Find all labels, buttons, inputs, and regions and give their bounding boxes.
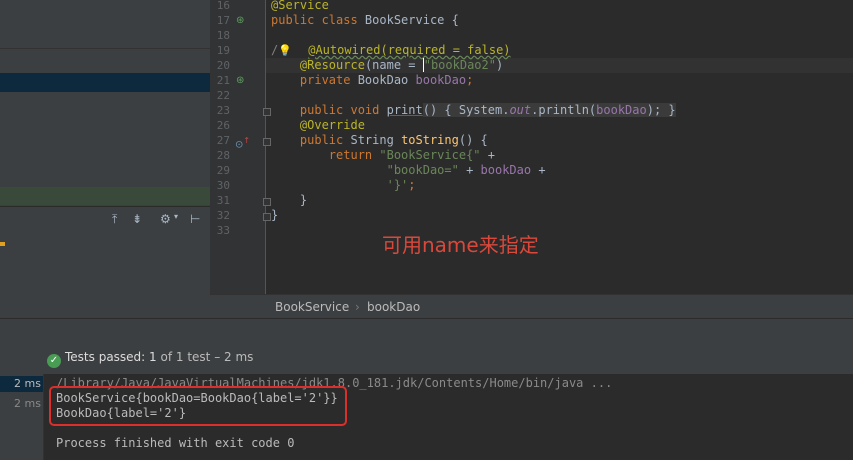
hide-panel-icon[interactable]: ⊢ <box>190 212 200 226</box>
code-line: @Override <box>271 118 365 133</box>
code-token: "BookService{" <box>379 148 481 162</box>
line-number: 19 <box>216 44 230 57</box>
breadcrumb-member[interactable]: bookDao <box>367 295 420 319</box>
line-number: 16 <box>216 0 230 12</box>
code-token: () { <box>458 133 488 147</box>
line-number: 18 <box>216 29 230 42</box>
code-token: @Autowired(required = false) <box>308 43 511 57</box>
spring-bean-icon[interactable]: ⊛ <box>236 73 244 88</box>
project-tree-row[interactable] <box>0 187 210 205</box>
code-token: ; <box>408 178 416 192</box>
code-token: ; <box>466 73 474 87</box>
code-line: public String toString() { <box>271 133 488 148</box>
code-line: /💡 @Autowired(required = false) <box>271 43 511 58</box>
code-token: bookDao <box>415 73 467 87</box>
code-token: toString <box>401 133 459 147</box>
code-token: (name = <box>364 58 423 72</box>
lightbulb-icon[interactable]: 💡 <box>278 43 308 58</box>
line-number: 27 <box>216 134 230 147</box>
code-token: return <box>328 148 380 162</box>
highlight-box <box>49 386 347 426</box>
gear-icon[interactable]: ⚙ <box>160 212 171 226</box>
test-duration: 2 ms <box>14 397 41 410</box>
code-token: public void <box>299 103 387 117</box>
line-number: 23 <box>216 104 230 117</box>
code-token: @Service <box>271 0 329 12</box>
test-duration: 2 ms <box>14 377 41 390</box>
code-line: '}'; <box>271 178 416 193</box>
line-number: 30 <box>216 179 230 192</box>
code-token: print <box>386 103 423 117</box>
code-line: return "BookService{" + <box>271 148 495 163</box>
code-editor[interactable]: @Service public class BookService { /💡 @A… <box>266 0 853 294</box>
run-config-icon <box>0 242 5 246</box>
tests-count: 1 <box>149 350 157 364</box>
code-token: '}' <box>386 178 409 192</box>
code-line: public void print() { System.out.println… <box>271 103 676 118</box>
code-token: private <box>299 73 358 87</box>
code-token: + <box>531 163 546 177</box>
code-line: private BookDao bookDao; <box>271 73 473 88</box>
code-token: out <box>509 103 532 117</box>
panel-divider <box>0 48 210 49</box>
line-number: 32 <box>216 209 230 222</box>
code-line: public class BookService { <box>271 13 459 28</box>
spring-bean-icon[interactable]: ⊛ <box>236 13 244 28</box>
panel-toolbar: ⤒ ⇟ ⚙ ▾ ⊢ <box>0 206 210 233</box>
tests-of: of 1 test <box>160 350 211 364</box>
chevron-down-icon[interactable]: ▾ <box>174 212 178 221</box>
code-token: .println( <box>531 103 597 117</box>
code-line: "bookDao=" + bookDao + <box>271 163 546 178</box>
code-token: BookService { <box>364 13 459 27</box>
expand-all-icon[interactable]: ⤒ <box>112 212 117 227</box>
code-line: @Resource(name = "bookDao2") <box>271 58 503 73</box>
tests-passed-summary: ✓ Tests passed: 1 of 1 test – 2 ms <box>47 348 253 368</box>
line-number: 26 <box>216 119 230 132</box>
code-line: } <box>271 208 278 223</box>
line-number: 28 <box>216 149 230 162</box>
code-token: @Resource <box>299 58 365 72</box>
annotation-note: 可用name来指定 <box>382 233 539 257</box>
code-token: } <box>299 193 308 207</box>
code-token: () { System. <box>422 103 510 117</box>
line-number: 31 <box>216 194 230 207</box>
code-token: + <box>480 148 495 162</box>
code-token: "bookDao2" <box>423 58 496 72</box>
code-line: @Service <box>271 0 329 13</box>
code-token: bookDao <box>480 163 532 177</box>
code-token: } <box>271 208 279 222</box>
breadcrumb: BookService › bookDao <box>210 294 853 319</box>
line-number: 33 <box>216 224 230 237</box>
tests-passed-label: Tests passed: <box>65 350 146 364</box>
code-token: + <box>458 163 481 177</box>
project-tree-selected-row[interactable] <box>0 73 210 92</box>
code-token: public class <box>271 13 365 27</box>
tests-time: – 2 ms <box>214 350 254 364</box>
code-token: ); } <box>646 103 676 117</box>
run-toolbar <box>0 318 853 343</box>
code-token: BookDao <box>357 73 416 87</box>
code-token: / <box>271 43 279 57</box>
collapse-all-icon[interactable]: ⇟ <box>132 212 142 226</box>
code-token: String <box>350 133 402 147</box>
check-icon: ✓ <box>47 354 61 368</box>
code-token: bookDao <box>596 103 647 117</box>
code-token: "bookDao=" <box>386 163 459 177</box>
line-number: 21 <box>216 74 230 87</box>
line-number: 22 <box>216 89 230 102</box>
breadcrumb-separator: › <box>355 300 360 314</box>
line-number: 17 <box>216 14 230 27</box>
line-number: 29 <box>216 164 230 177</box>
code-token: ) <box>495 58 504 72</box>
code-token: @Override <box>299 118 365 132</box>
override-icon[interactable]: ⊙↑ <box>235 133 250 152</box>
console-exit-line: Process finished with exit code 0 <box>56 436 295 450</box>
code-token: public <box>299 133 351 147</box>
line-number: 20 <box>216 59 230 72</box>
code-line: } <box>271 193 307 208</box>
breadcrumb-class[interactable]: BookService <box>275 295 349 319</box>
